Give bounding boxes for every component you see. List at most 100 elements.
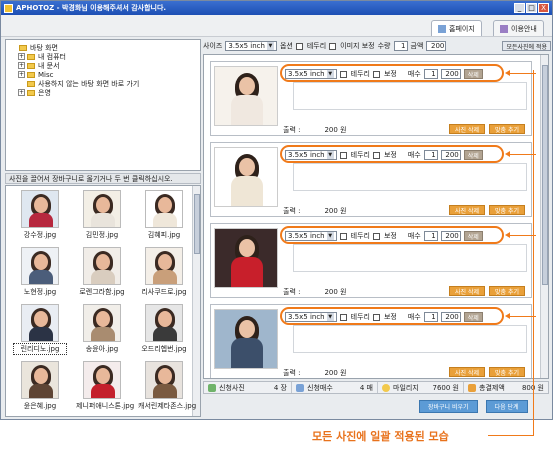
card-price-amount: 200 원 [324, 126, 347, 134]
coin-icon [382, 383, 390, 392]
wallet-icon [468, 383, 476, 392]
highlight-leader [505, 151, 536, 157]
thumbnail-item[interactable]: 김민정.jpg [76, 190, 128, 240]
window-title: APHOTOZ - 박경화님 이용해주셔서 감사합니다. [16, 4, 167, 12]
folder-icon [27, 71, 35, 78]
thumbnail-item[interactable]: 캐서린제타존스.jpg [138, 361, 196, 411]
photo-icon [208, 383, 216, 392]
thumbnail-filename: 제니퍼애니스톤.jpg [76, 402, 135, 410]
highlight-ring [280, 145, 504, 163]
thumbnail-item[interactable]: 로렌그라함.jpg [76, 247, 128, 297]
thumbnail-image [145, 247, 183, 285]
maximize-button[interactable]: □ [526, 3, 537, 13]
thumbnail-item[interactable]: 리사쿠드로.jpg [138, 247, 190, 297]
expand-icon[interactable]: + [18, 89, 25, 96]
status-mileage: 마일리지 7600 원 [378, 382, 464, 393]
highlight-leader [505, 70, 536, 76]
status-total: 총결제액 800 원 [464, 382, 548, 393]
photo-list: 3.5x5 inch ▼ 테두리 보정 매수 1 200 삭제 출력 :200 원 사진 삭제 맞춤… [203, 54, 549, 379]
tree-item[interactable]: + 내 문서 [10, 61, 196, 70]
thumbnail-image [145, 190, 183, 228]
fit-button[interactable]: 맞춤 추기 [489, 205, 525, 215]
close-button[interactable]: X [538, 3, 549, 13]
tree-item[interactable]: + 은영 [10, 88, 196, 97]
fit-button[interactable]: 맞춤 추기 [489, 367, 525, 377]
tree-item-label: Misc [38, 70, 54, 79]
thumbnail-scrollbar[interactable] [192, 186, 200, 416]
card-actions: 사진 삭제 맞춤 추기 [449, 124, 525, 134]
folder-icon [27, 80, 35, 87]
status-photos-label: 신청사진 [219, 383, 245, 392]
thumbnail-image [145, 361, 183, 399]
next-step-button[interactable]: 다음 단계 [485, 400, 528, 413]
photo-delete-button[interactable]: 사진 삭제 [449, 205, 485, 215]
pencil-icon [500, 24, 508, 33]
status-sheets: 신청매수 4 매 [292, 382, 378, 393]
fit-button[interactable]: 맞춤 추기 [489, 286, 525, 296]
thumbnail-item[interactable]: 린리디노.jpg [13, 304, 67, 355]
photo-preview [214, 66, 278, 126]
apply-all-button[interactable]: 모든사진에 적용 [502, 41, 551, 51]
card-actions: 사진 삭제 맞춤 추기 [449, 286, 525, 296]
thumbnail-grid: 강수정.jpg 김민정.jpg 김혜피.jpg 노현정.jpg 로렌그라함.jpg 리사쿠… [5, 185, 201, 417]
card-edit-area [293, 325, 527, 353]
thumbnail-filename: 노현정.jpg [23, 288, 57, 296]
home-icon [438, 24, 446, 33]
size-select-value: 3.5x5 inch [228, 42, 265, 50]
thumbnail-item[interactable]: 제니퍼애니스톤.jpg [76, 361, 135, 411]
amount-value: 200 [426, 41, 447, 51]
photo-preview [214, 309, 278, 369]
highlight-ring [280, 226, 504, 244]
size-select[interactable]: 3.5x5 inch ▼ [225, 41, 277, 51]
status-photos-value: 4 장 [273, 383, 287, 392]
thumbnail-image [21, 247, 59, 285]
photo-delete-button[interactable]: 사진 삭제 [449, 124, 485, 134]
minimize-button[interactable]: _ [514, 3, 525, 13]
folder-icon [27, 53, 35, 60]
thumbnail-filename: 오드리헵번.jpg [141, 345, 187, 353]
thumbnail-filename: 송윤아.jpg [85, 345, 119, 353]
tab-guide[interactable]: 이용안내 [493, 20, 544, 36]
expand-icon[interactable]: + [18, 71, 25, 78]
status-mileage-value: 7600 원 [432, 383, 459, 392]
card-price: 출력 : 200 원 [283, 287, 347, 297]
expand-icon[interactable]: + [18, 53, 25, 60]
status-sheets-label: 신청매수 [307, 383, 333, 392]
photo-preview [214, 228, 278, 288]
expand-icon[interactable]: + [18, 62, 25, 69]
card-edit-area [293, 163, 527, 191]
thumbnail-filename: 강수정.jpg [23, 231, 57, 239]
photo-delete-button[interactable]: 사진 삭제 [449, 286, 485, 296]
thumbnail-image [21, 304, 59, 342]
thumbnail-image [21, 190, 59, 228]
tree-item-label: 내 문서 [38, 61, 60, 70]
tab-home[interactable]: 홈페이지 [431, 20, 482, 36]
thumbnail-item[interactable]: 김혜피.jpg [138, 190, 190, 240]
highlight-leader [505, 232, 536, 238]
tree-item-label: 은영 [38, 88, 51, 97]
thumbnail-filename: 로렌그라함.jpg [79, 288, 125, 296]
status-total-value: 800 원 [521, 383, 544, 392]
copies-icon [296, 383, 304, 392]
qty-input[interactable]: 1 [393, 41, 408, 51]
empty-cart-button[interactable]: 장바구니 비우기 [419, 400, 478, 413]
folder-icon [27, 62, 35, 69]
thumbnail-item[interactable]: 오드리헵번.jpg [138, 304, 190, 354]
photo-list-scrollbar[interactable] [540, 55, 548, 378]
thumbnail-item[interactable]: 윤은혜.jpg [14, 361, 66, 411]
app-window: APHOTOZ - 박경화님 이용해주셔서 감사합니다. _ □ X 홈페이지 … [0, 0, 553, 420]
chevron-down-icon: ▼ [266, 42, 274, 50]
thumbnail-item[interactable]: 노현정.jpg [14, 247, 66, 297]
border-checkbox[interactable] [295, 42, 303, 50]
photo-delete-button[interactable]: 사진 삭제 [449, 367, 485, 377]
card-price-amount: 200 원 [324, 288, 347, 296]
card-price-label: 출력 : [283, 126, 301, 134]
thumbnail-item[interactable]: 강수정.jpg [14, 190, 66, 240]
fit-button[interactable]: 맞춤 추기 [489, 124, 525, 134]
card-actions: 사진 삭제 맞춤 추기 [449, 205, 525, 215]
thumbnail-image [145, 304, 183, 342]
thumbnail-image [21, 361, 59, 399]
status-mileage-label: 마일리지 [393, 383, 419, 392]
thumbnail-item[interactable]: 송윤아.jpg [76, 304, 128, 354]
correction-checkbox[interactable] [329, 42, 337, 50]
